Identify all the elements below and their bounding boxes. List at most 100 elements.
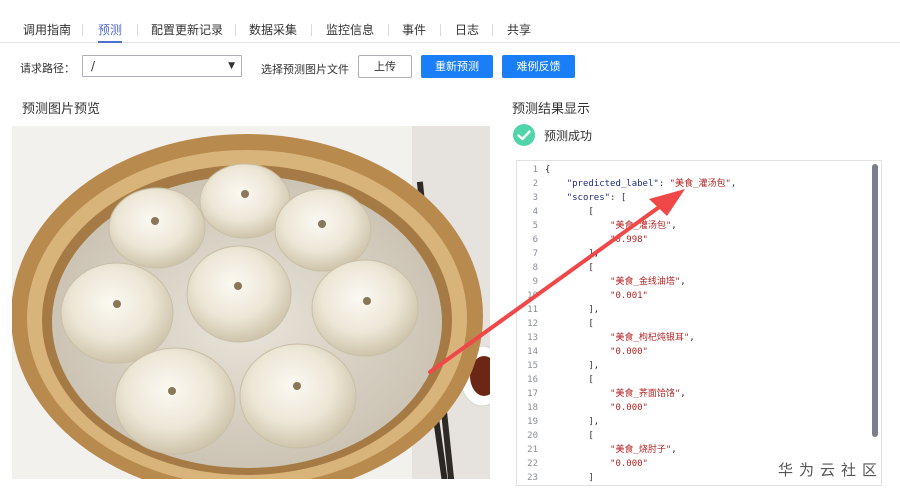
code-token: , (680, 389, 686, 399)
tab-separator (137, 24, 138, 36)
code-text: ], (545, 359, 599, 373)
tab-guide[interactable]: 调用指南 (23, 21, 71, 38)
line-number: 14 (527, 347, 538, 357)
line-number: 1 (532, 165, 538, 175)
line-number: 12 (527, 319, 538, 329)
tab-separator (311, 24, 312, 36)
code-token: "美食_灌汤包" (610, 221, 672, 231)
code-text: "scores": [ (545, 191, 627, 205)
request-path-label: 请求路径： (20, 62, 75, 75)
line-number: 20 (527, 431, 538, 441)
tab-predict[interactable]: 预测 (98, 21, 123, 43)
code-line: 4 [ (517, 205, 881, 219)
code-text: "0.001" (545, 289, 648, 303)
tab-monitoring[interactable]: 监控信息 (326, 21, 374, 38)
line-number: 23 (527, 473, 538, 483)
code-line: 17 "美食_荞面饸饹", (517, 387, 881, 401)
line-number: 9 (532, 277, 538, 287)
code-token: "美食_烧肘子" (610, 445, 672, 455)
code-token: "0.000" (610, 347, 648, 357)
tab-events[interactable]: 事件 (402, 21, 426, 38)
tab-separator (82, 24, 83, 36)
code-text: [ (545, 205, 594, 219)
tab-logs[interactable]: 日志 (455, 21, 479, 38)
code-line: 2 "predicted_label": "美食_灌汤包", (517, 177, 881, 191)
line-number: 16 (527, 375, 538, 385)
code-text: ], (545, 247, 599, 261)
code-token: [ (545, 207, 594, 217)
line-number: 5 (532, 221, 538, 231)
code-line: 15 ], (517, 359, 881, 373)
code-token: : (658, 179, 670, 189)
code-token: ], (545, 361, 600, 371)
repredict-button[interactable]: 重新预测 (421, 55, 493, 78)
code-text: [ (545, 317, 593, 331)
code-text: "美食_荞面饸饹", (545, 387, 686, 401)
code-text: "0.000" (545, 401, 648, 415)
code-text: "美食_枸杞炖银耳", (545, 331, 695, 345)
tab-data-collection[interactable]: 数据采集 (249, 21, 297, 38)
code-text: "0.000" (545, 345, 648, 359)
code-text: [ (545, 373, 593, 387)
code-token: ] (545, 473, 594, 483)
code-line: 18 "0.000" (517, 401, 881, 415)
line-number: 2 (532, 179, 538, 189)
code-line: 3 "scores": [ (517, 191, 881, 205)
code-text: [ (545, 429, 593, 443)
tab-separator (388, 24, 389, 36)
upload-button[interactable]: 上传 (358, 55, 412, 78)
code-text: "0.998" (545, 233, 648, 247)
code-token: ], (545, 305, 600, 315)
code-text: "美食_灌汤包", (545, 219, 677, 233)
code-token: , (671, 221, 677, 231)
code-token: , (689, 333, 695, 343)
code-text: ] (545, 471, 594, 485)
code-token: "美食_枸杞炖银耳" (610, 333, 690, 343)
json-result-viewer[interactable]: 1{2 "predicted_label": "美食_灌汤包", 3 "score… (516, 160, 882, 486)
line-number: 8 (532, 263, 538, 273)
code-text: [ (545, 261, 593, 275)
caret-down-icon: ▼ (228, 61, 235, 71)
line-number: 7 (532, 249, 538, 259)
line-number: 6 (532, 235, 538, 245)
line-number: 4 (532, 207, 538, 217)
line-number: 3 (532, 193, 538, 203)
code-line: 11 ], (517, 303, 881, 317)
request-path-select[interactable]: / ▼ (82, 55, 242, 77)
vertical-scrollbar[interactable] (872, 164, 878, 437)
preview-title: 预测图片预览 (22, 102, 101, 117)
code-text: { (545, 163, 550, 177)
tab-share[interactable]: 共享 (507, 21, 531, 38)
hard-example-feedback-button[interactable]: 难例反馈 (502, 55, 575, 78)
code-token: : [ (610, 193, 627, 203)
code-text: "0.000" (545, 457, 648, 471)
code-text: "美食_金线油塔", (545, 275, 686, 289)
code-line: 5 "美食_灌汤包", (517, 219, 881, 233)
code-text: ], (545, 303, 599, 317)
tab-separator (235, 24, 236, 36)
result-title: 预测结果显示 (512, 102, 591, 117)
code-token: "美食_金线油塔" (610, 277, 681, 287)
code-text: "美食_烧肘子", (545, 443, 677, 457)
tab-separator (440, 24, 441, 36)
code-line: 16 [ (517, 373, 881, 387)
code-token: "0.001" (610, 291, 648, 301)
tab-config-history[interactable]: 配置更新记录 (151, 21, 223, 38)
code-token: , (680, 277, 686, 287)
code-line: 7 ], (517, 247, 881, 261)
code-line: 1{ (517, 163, 881, 177)
line-number: 17 (527, 389, 538, 399)
code-token: "0.000" (610, 459, 648, 469)
code-token: , (671, 445, 677, 455)
code-token: "0.000" (610, 403, 648, 413)
code-line: 8 [ (517, 261, 881, 275)
line-number: 18 (527, 403, 538, 413)
code-token: "0.998" (610, 235, 648, 245)
